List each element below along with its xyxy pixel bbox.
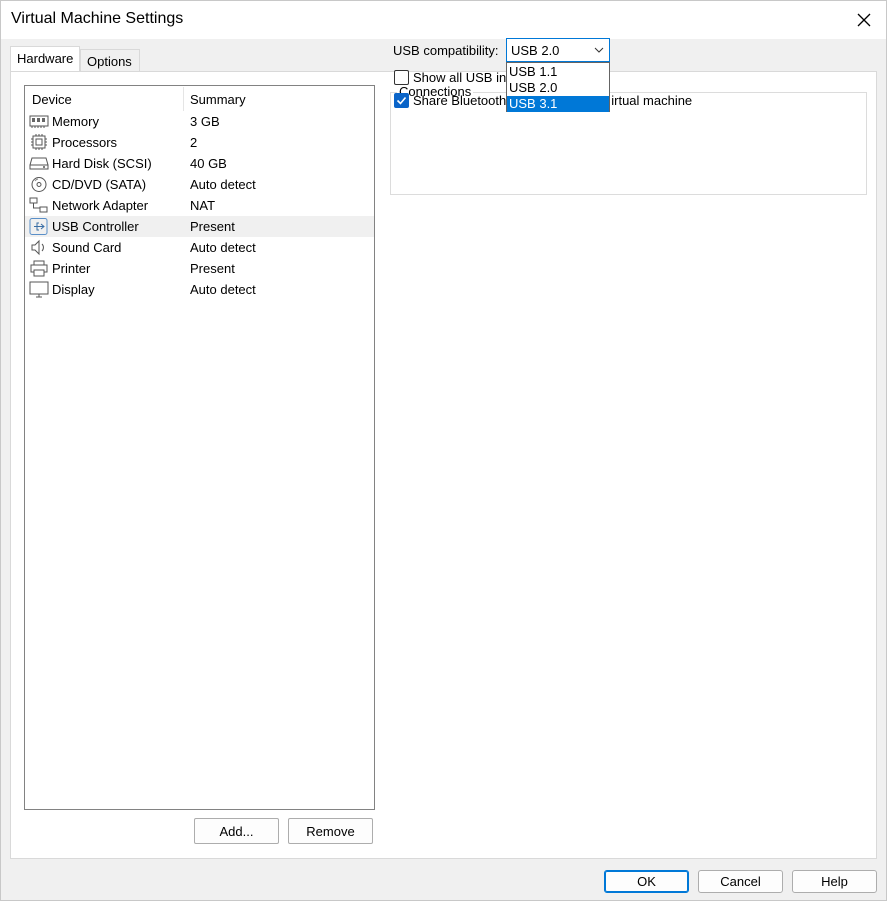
device-name: Sound Card [52, 240, 122, 255]
tab-options[interactable]: Options [80, 49, 140, 71]
device-summary: Auto detect [190, 240, 256, 255]
device-summary: NAT [190, 198, 216, 213]
device-name: CD/DVD (SATA) [52, 177, 147, 192]
tab-hardware-label: Hardware [17, 51, 74, 66]
share-bluetooth-checkbox[interactable] [394, 93, 409, 108]
device-row-display[interactable]: Display Auto detect [25, 279, 374, 300]
tab-hardware[interactable]: Hardware [10, 46, 80, 71]
device-summary: 40 GB [190, 156, 227, 171]
checkmark-icon [396, 96, 407, 105]
memory-icon [29, 115, 49, 128]
device-name: Network Adapter [52, 198, 149, 213]
device-row-cd-dvd[interactable]: CD/DVD (SATA) Auto detect [25, 174, 374, 195]
network-adapter-icon [29, 197, 48, 213]
speaker-icon [31, 239, 44, 256]
option-usb-1-1[interactable]: USB 1.1 [507, 64, 609, 80]
help-button[interactable]: Help [792, 870, 877, 893]
monitor-icon [29, 281, 49, 298]
chevron-down-icon [594, 47, 604, 53]
remove-device-button[interactable]: Remove [288, 818, 373, 844]
usb-compatibility-value: USB 2.0 [511, 43, 560, 58]
device-list[interactable]: Device Summary Memory 3 GB Processors 2 … [24, 85, 375, 810]
device-summary: Present [190, 261, 235, 276]
share-bluetooth-label-start: Share Bluetooth [413, 93, 507, 108]
device-name: USB Controller [52, 219, 139, 234]
device-name: Memory [52, 114, 99, 129]
device-summary: 2 [190, 135, 198, 150]
ok-button[interactable]: OK [604, 870, 689, 893]
show-all-usb-label[interactable]: Show all USB inp [413, 70, 513, 85]
settings-window: Virtual Machine Settings Hardware Option… [0, 0, 887, 901]
show-all-usb-checkbox[interactable] [394, 70, 409, 85]
column-divider[interactable] [183, 87, 184, 111]
usb-icon [29, 218, 48, 235]
device-row-network-adapter[interactable]: Network Adapter NAT [25, 195, 374, 216]
device-summary: Present [190, 219, 235, 234]
column-header-device[interactable]: Device [32, 92, 72, 107]
cancel-button[interactable]: Cancel [698, 870, 783, 893]
device-row-processors[interactable]: Processors 2 [25, 132, 374, 153]
device-row-printer[interactable]: Printer Present [25, 258, 374, 279]
device-name: Printer [52, 261, 91, 276]
device-summary: Auto detect [190, 177, 256, 192]
device-row-hard-disk[interactable]: Hard Disk (SCSI) 40 GB [25, 153, 374, 174]
add-device-button[interactable]: Add... [194, 818, 279, 844]
close-icon [857, 13, 871, 27]
column-header-summary[interactable]: Summary [190, 92, 246, 107]
window-title: Virtual Machine Settings [11, 10, 184, 27]
cd-dvd-icon [31, 177, 47, 192]
printer-icon [30, 260, 48, 277]
hardware-panel: Device Summary Memory 3 GB Processors 2 … [10, 71, 877, 859]
share-bluetooth-label-end: irtual machine [611, 93, 693, 108]
device-row-sound-card[interactable]: Sound Card Auto detect [25, 237, 374, 258]
processor-icon [31, 134, 47, 150]
option-usb-2-0[interactable]: USB 2.0 [507, 80, 609, 96]
option-usb-3-1[interactable]: USB 3.1 [507, 96, 609, 112]
device-name: Hard Disk (SCSI) [52, 156, 152, 171]
device-row-memory[interactable]: Memory 3 GB [25, 111, 374, 132]
tab-options-label: Options [87, 54, 132, 69]
device-name: Processors [52, 135, 118, 150]
device-row-usb-controller[interactable]: USB Controller Present [25, 216, 374, 237]
close-button[interactable] [848, 5, 880, 35]
device-name: Display [52, 282, 95, 297]
usb-compatibility-dropdown[interactable]: USB 1.1 USB 2.0 USB 3.1 [506, 62, 610, 112]
device-summary: Auto detect [190, 282, 256, 297]
hard-disk-icon [29, 157, 49, 170]
title-bar: Virtual Machine Settings [1, 1, 886, 39]
usb-compatibility-label: USB compatibility: [393, 43, 499, 58]
usb-compatibility-select[interactable]: USB 2.0 [506, 38, 610, 62]
device-summary: 3 GB [190, 114, 220, 129]
device-list-header: Device Summary [25, 86, 374, 111]
